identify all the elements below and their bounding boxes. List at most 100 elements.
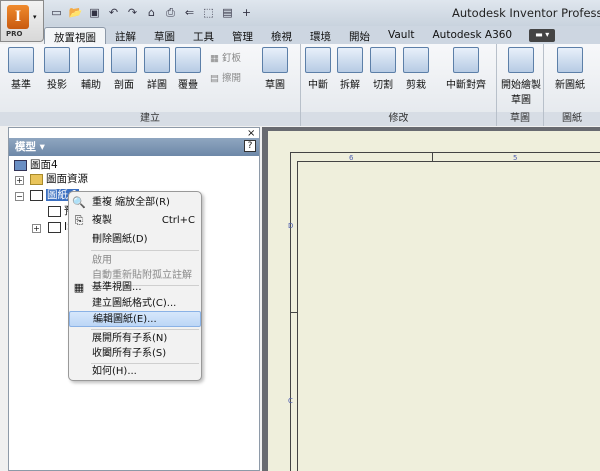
slice-button[interactable]: 切割 — [366, 47, 400, 91]
break-out-button[interactable]: ▤ 擦開 — [210, 70, 241, 84]
sheet-icon — [30, 189, 43, 201]
quick-access-toolbar: ▭ 📂 ▣ ↶ ↷ ⌂ ⎙ ⇐ ⬚ ▤ + — [48, 4, 255, 22]
titleblock-icon — [48, 221, 61, 233]
help-icon[interactable]: ? — [244, 140, 256, 152]
nailboard-button[interactable]: ▦ 釘板 — [210, 50, 241, 64]
tree-item-resources[interactable]: 圖面資源 — [30, 172, 88, 186]
menu-delete-sheet[interactable]: 刪除圖紙(D) — [69, 232, 201, 248]
zone-label-c: C — [288, 397, 293, 405]
tree-root-drawing[interactable]: 圖面4 — [14, 158, 58, 172]
menu-activate: 啟用 — [92, 255, 112, 266]
base-view-icon — [8, 47, 34, 73]
browser-header-dropdown[interactable]: 模型 ▾ — [9, 138, 259, 156]
zone-divider — [432, 152, 433, 161]
auxiliary-view-icon — [78, 47, 104, 73]
menu-collapse-all[interactable]: 收闔所有子系(S) — [69, 346, 201, 362]
home-icon[interactable]: ⌂ — [143, 5, 160, 21]
group-modify: 中斷 拆解 切割 剪栽 中斷對齊 修改 — [301, 44, 497, 126]
group-label-create: 建立 — [0, 112, 300, 126]
border-icon — [48, 205, 61, 217]
copy-icon: ⎘ — [74, 214, 84, 227]
group-label-modify: 修改 — [301, 112, 496, 126]
menu-repeat-zoom-all[interactable]: 🔍 重複 縮放全部(R) — [69, 195, 201, 211]
break-out-icon — [337, 47, 363, 73]
zone-label-6: 6 — [349, 154, 354, 162]
tab-get-started[interactable]: 開始 — [340, 27, 379, 44]
menu-copy[interactable]: ⎘ 複製 Ctrl+C — [69, 213, 201, 229]
context-menu: 🔍 重複 縮放全部(R) ⎘ 複製 Ctrl+C 刪除圖紙(D) 啟用 自動重新貼附孤… — [68, 191, 202, 381]
menu-separator — [91, 329, 199, 330]
section-view-icon — [111, 47, 137, 73]
detail-view-button[interactable]: 詳圖 — [140, 47, 174, 91]
print-icon[interactable]: ⎙ — [162, 5, 179, 21]
menu-create-sheet-format[interactable]: 建立圖紙格式(C)... — [69, 296, 201, 312]
copy-shortcut: Ctrl+C — [161, 215, 195, 226]
chevron-down-icon: ▾ — [33, 13, 37, 21]
tab-environments[interactable]: 環境 — [301, 27, 340, 44]
undo-icon[interactable]: ↶ — [105, 5, 122, 21]
projected-view-icon — [44, 47, 70, 73]
slice-icon — [370, 47, 396, 73]
new-sheet-icon — [557, 47, 583, 73]
inventor-logo-icon: I — [7, 5, 29, 29]
select-icon[interactable]: ⬚ — [200, 5, 217, 21]
folder-icon — [30, 173, 43, 185]
menu-base-view[interactable]: ▦ 基準視圖... — [69, 280, 201, 296]
expand-titleblock-toggle[interactable]: + — [32, 224, 41, 233]
tab-manage[interactable]: 管理 — [223, 27, 262, 44]
save-icon[interactable]: ▣ — [86, 5, 103, 21]
tab-vault[interactable]: Vault — [379, 27, 424, 44]
application-menu-button[interactable]: I PRO ▾ — [0, 0, 44, 42]
menu-edit-sheet[interactable]: 編輯圖紙(E)... — [69, 311, 201, 327]
crop-icon — [403, 47, 429, 73]
sketch-button[interactable]: 草圖 — [258, 47, 292, 91]
start-sketch-button[interactable]: 開始繪製 草圖 — [501, 47, 541, 106]
open-icon[interactable]: 📂 — [67, 5, 84, 21]
tab-a360[interactable]: Autodesk A360 — [424, 27, 522, 44]
new-sheet-button[interactable]: 新圖紙 — [550, 47, 590, 91]
group-sketch: 開始繪製 草圖 草圖 — [497, 44, 544, 126]
new-icon[interactable]: ▭ — [48, 5, 65, 21]
plus-icon[interactable]: + — [238, 5, 255, 21]
group-create: 基準 投影 輔助 剖面 詳圖 覆疊 ▦ 釘板 ▤ 擦開 草圖 建立 — [0, 44, 301, 126]
tab-sketch[interactable]: 草圖 — [145, 27, 184, 44]
tab-place-views[interactable]: 放置視圖 — [44, 27, 106, 44]
group-label-sketch: 草圖 — [497, 112, 543, 126]
overlay-view-icon — [175, 47, 201, 73]
overlay-view-button[interactable]: 覆疊 — [171, 47, 205, 91]
break-icon — [305, 47, 331, 73]
section-view-button[interactable]: 剖面 — [107, 47, 141, 91]
crop-button[interactable]: 剪栽 — [399, 47, 433, 91]
break-alignment-button[interactable]: 中斷對齊 — [441, 47, 491, 91]
nav-icon[interactable]: ⇐ — [181, 5, 198, 21]
collapse-sheet-toggle[interactable]: − — [15, 192, 24, 201]
break-button[interactable]: 中斷 — [301, 47, 335, 91]
menu-expand-all[interactable]: 展開所有子系(N) — [69, 331, 201, 347]
menu-how-to[interactable]: 如何(H)... — [69, 364, 201, 380]
base-view-button[interactable]: 基準 — [4, 47, 38, 91]
tab-annotate[interactable]: 註解 — [106, 27, 145, 44]
expand-resources-toggle[interactable]: + — [15, 176, 24, 185]
break-out-view-button[interactable]: 拆解 — [333, 47, 367, 91]
start-sketch-icon — [508, 47, 534, 73]
zoom-icon: 🔍 — [72, 196, 86, 209]
redo-icon[interactable]: ↷ — [124, 5, 141, 21]
sketch-grid-icon — [262, 47, 288, 73]
tab-view[interactable]: 檢視 — [262, 27, 301, 44]
edition-label: PRO — [6, 30, 23, 38]
tab-tools[interactable]: 工具 — [184, 27, 223, 44]
projected-view-button[interactable]: 投影 — [40, 47, 74, 91]
window-title: Autodesk Inventor Professional — [452, 6, 600, 20]
ribbon-display-toggle[interactable]: ▬ ▾ — [529, 29, 556, 42]
sheet-inner-border — [297, 161, 600, 471]
auxiliary-view-button[interactable]: 輔助 — [74, 47, 108, 91]
drawing-icon — [14, 159, 27, 171]
appearance-icon[interactable]: ▤ — [219, 5, 236, 21]
ribbon: 基準 投影 輔助 剖面 詳圖 覆疊 ▦ 釘板 ▤ 擦開 草圖 建立 中斷 拆解 … — [0, 44, 600, 126]
break-alignment-icon — [453, 47, 479, 73]
menu-separator — [91, 250, 199, 251]
zone-label-d: D — [288, 222, 294, 230]
detail-view-icon — [144, 47, 170, 73]
base-view-menu-icon: ▦ — [73, 281, 85, 294]
ribbon-tabs: 放置視圖 註解 草圖 工具 管理 檢視 環境 開始 Vault Autodesk… — [44, 26, 600, 44]
